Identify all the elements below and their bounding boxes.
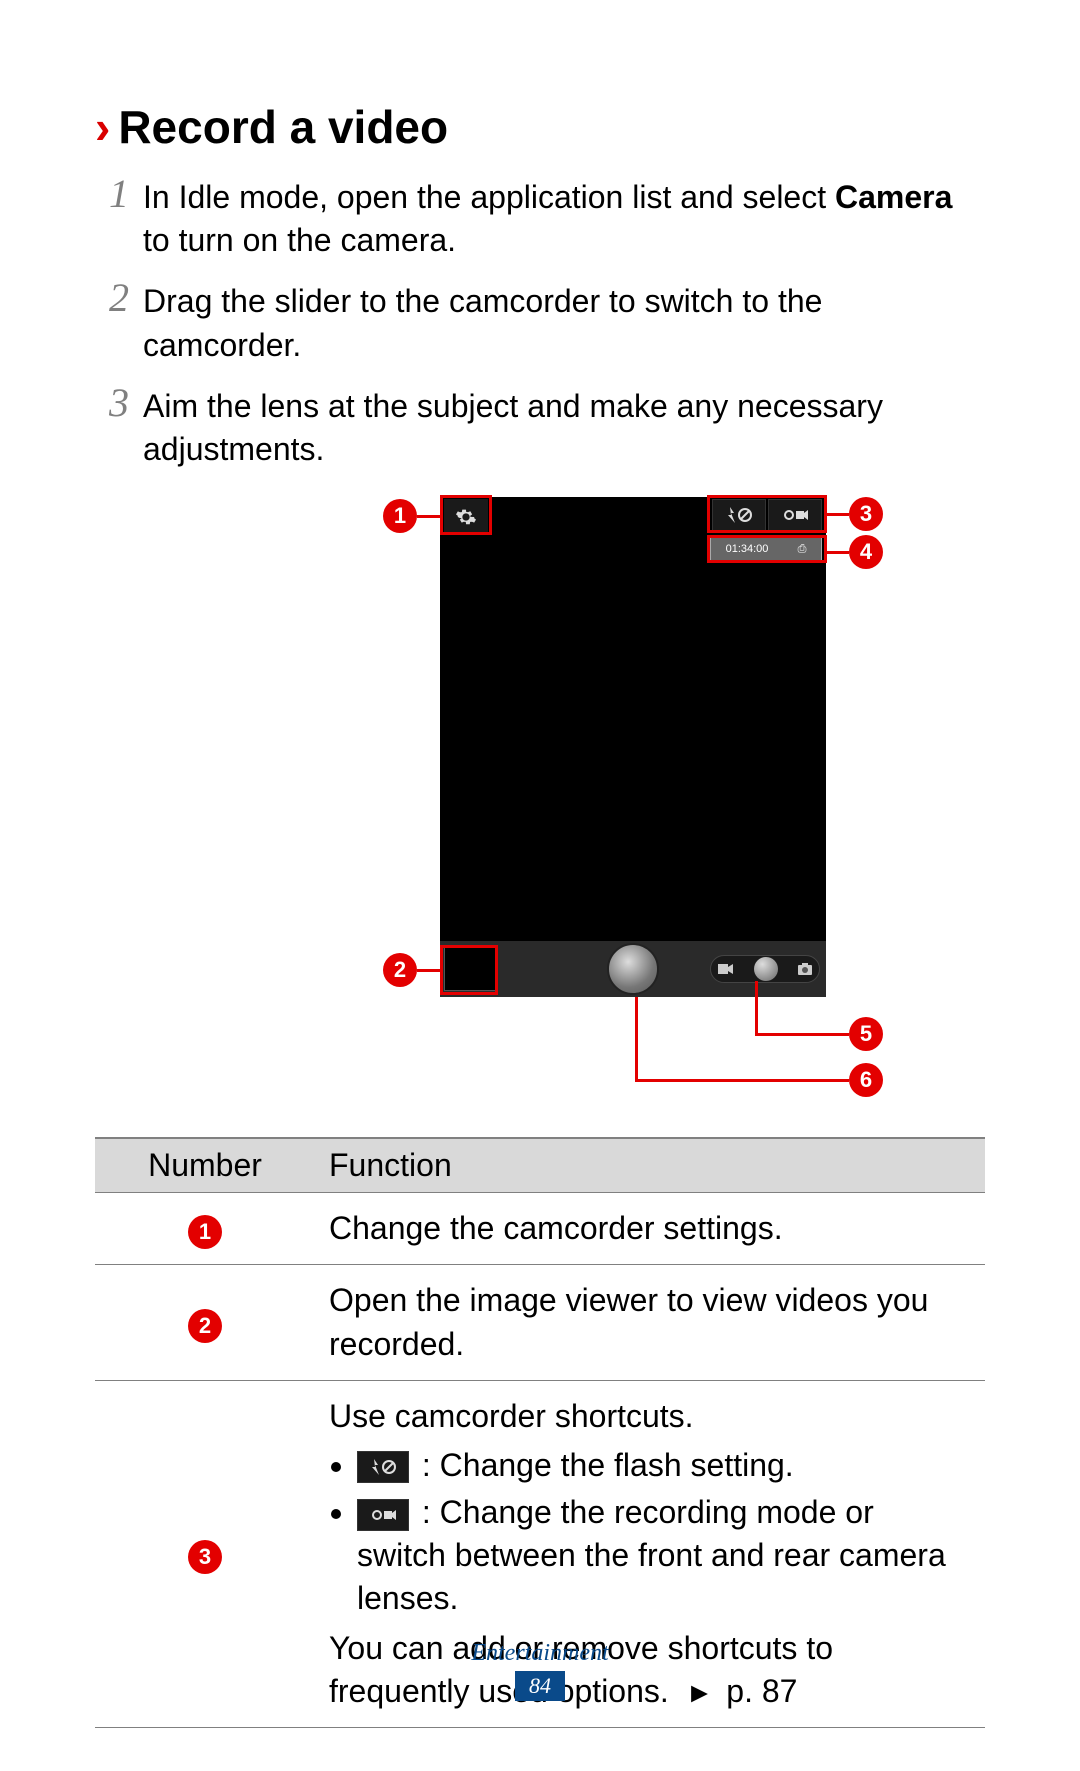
settings-highlight-box	[440, 495, 492, 535]
step-text-suffix: to turn on the camera.	[143, 222, 456, 258]
step-text-prefix: Aim the lens at the subject and make any…	[143, 388, 883, 467]
camcorder-diagram: 01:34:00 ⎙ 1 3 4	[95, 487, 985, 1107]
camera-icon	[797, 962, 813, 976]
shortcuts-highlight-box	[707, 495, 827, 533]
row3-bullet-1: : Change the flash setting.	[357, 1444, 971, 1487]
step-2: 2 Drag the slider to the camcorder to sw…	[95, 278, 985, 366]
header-number: Number	[95, 1138, 315, 1193]
leader-3	[827, 513, 849, 516]
callout-6: 6	[849, 1063, 883, 1097]
callout-dot-1: 1	[188, 1215, 222, 1249]
leader-5v	[755, 981, 758, 1035]
footer-category: Entertainment	[0, 1640, 1080, 1667]
header-function: Function	[315, 1138, 985, 1193]
step-text: In Idle mode, open the application list …	[143, 174, 985, 262]
step-number: 2	[95, 278, 143, 318]
recording-mode-inline-icon	[357, 1499, 409, 1531]
chevron-icon: ›	[95, 100, 110, 154]
step-number: 3	[95, 383, 143, 423]
shutter-button	[607, 943, 659, 995]
table-row: 1 Change the camcorder settings.	[95, 1193, 985, 1265]
table-row: 2 Open the image viewer to view videos y…	[95, 1265, 985, 1380]
callout-3: 3	[849, 497, 883, 531]
row3-intro: Use camcorder shortcuts.	[329, 1395, 971, 1438]
callout-5: 5	[849, 1017, 883, 1051]
row2-func-cell: Open the image viewer to view videos you…	[315, 1265, 985, 1380]
step-text: Aim the lens at the subject and make any…	[143, 383, 985, 471]
flash-off-inline-icon	[357, 1451, 409, 1483]
row1-func-cell: Change the camcorder settings.	[315, 1193, 985, 1265]
row3-bullet2-text: : Change the recording mode or switch be…	[357, 1494, 946, 1616]
row3-bullet-2: : Change the recording mode or switch be…	[357, 1491, 971, 1621]
row1-num-cell: 1	[95, 1193, 315, 1265]
camcorder-icon	[717, 962, 735, 976]
page-number: 84	[515, 1671, 565, 1701]
row3-bullet1-text: : Change the flash setting.	[413, 1447, 794, 1483]
step-text: Drag the slider to the camcorder to swit…	[143, 278, 985, 366]
step-text-bold: Camera	[835, 179, 952, 215]
info-highlight-box	[707, 535, 827, 563]
leader-6h	[635, 1079, 849, 1082]
page-footer: Entertainment 84	[0, 1640, 1080, 1701]
leader-2	[417, 969, 441, 972]
heading-title: Record a video	[118, 100, 448, 154]
phone-screen: 01:34:00 ⎙	[440, 497, 826, 997]
callout-4: 4	[849, 535, 883, 569]
step-text-prefix: Drag the slider to the camcorder to swit…	[143, 283, 822, 362]
callout-dot-3: 3	[188, 1540, 222, 1574]
step-number: 1	[95, 174, 143, 214]
table-header-row: Number Function	[95, 1138, 985, 1193]
step-1: 1 In Idle mode, open the application lis…	[95, 174, 985, 262]
slider-knob	[754, 957, 778, 981]
leader-5h	[755, 1033, 849, 1036]
callout-2: 2	[383, 953, 417, 987]
section-heading: › Record a video	[95, 100, 985, 154]
flash-off-icon	[368, 1457, 398, 1477]
callout-1: 1	[383, 499, 417, 533]
step-3: 3 Aim the lens at the subject and make a…	[95, 383, 985, 471]
leader-4	[827, 551, 849, 554]
row2-num-cell: 2	[95, 1265, 315, 1380]
mode-slider	[710, 955, 820, 983]
thumb-highlight-box	[440, 945, 498, 995]
callout-dot-2: 2	[188, 1309, 222, 1343]
step-text-prefix: In Idle mode, open the application list …	[143, 179, 835, 215]
leader-1	[417, 515, 441, 518]
recording-mode-icon	[368, 1505, 398, 1525]
leader-6v	[635, 997, 638, 1081]
